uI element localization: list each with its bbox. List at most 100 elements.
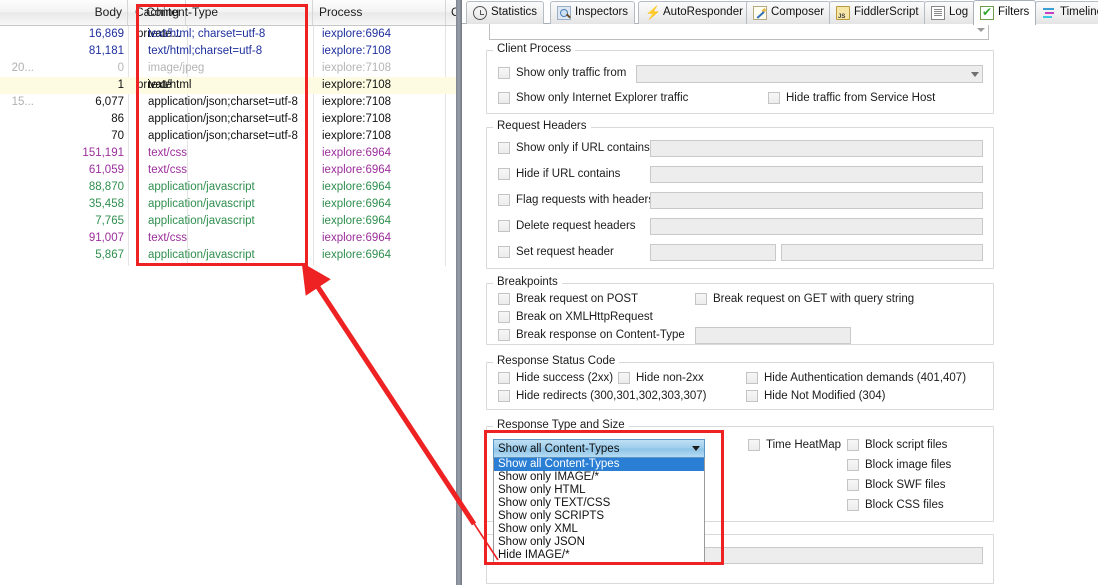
checkbox-box[interactable] bbox=[768, 92, 780, 104]
cell-body: 35,458 bbox=[38, 196, 128, 213]
checkbox-label: Hide success (2xx) bbox=[516, 372, 613, 384]
checkbox-box[interactable] bbox=[498, 168, 510, 180]
input-set-request-header-name[interactable] bbox=[650, 244, 776, 261]
checkbox-hide-auth-demands[interactable]: Hide Authentication demands (401,407) bbox=[746, 372, 966, 384]
session-list-pane[interactable]: Body Caching Content-Type Process C 16,8… bbox=[0, 0, 456, 585]
table-row[interactable]: 61,059text/cssiexplore:6964 bbox=[0, 162, 456, 179]
checkbox-box[interactable] bbox=[498, 194, 510, 206]
table-row[interactable]: 86application/json;charset=utf-8iexplore… bbox=[0, 111, 456, 128]
response-content-type-combo[interactable]: Show all Content-Types bbox=[493, 439, 705, 458]
checkbox-show-only-ie-traffic[interactable]: Show only Internet Explorer traffic bbox=[498, 92, 688, 104]
table-row[interactable]: 70application/json;charset=utf-8iexplore… bbox=[0, 128, 456, 145]
checkbox-box[interactable] bbox=[498, 372, 510, 384]
table-row[interactable]: 81,181text/html;charset=utf-8iexplore:71… bbox=[0, 43, 456, 60]
table-row[interactable]: 15...6,077application/json;charset=utf-8… bbox=[0, 94, 456, 111]
checkbox-break-response-on-content-type[interactable]: Break response on Content-Type bbox=[498, 329, 685, 341]
tab-timeline[interactable]: Timeline bbox=[1035, 1, 1098, 24]
column-header-comments[interactable]: C bbox=[446, 0, 456, 25]
checkbox-hide-success-2xx[interactable]: Hide success (2xx) bbox=[498, 372, 613, 384]
checkbox-break-request-on-get-query[interactable]: Break request on GET with query string bbox=[695, 293, 914, 305]
input-show-only-if-url-contains[interactable] bbox=[650, 140, 983, 157]
checkbox-box[interactable] bbox=[498, 142, 510, 154]
input-set-request-header-value[interactable] bbox=[781, 244, 983, 261]
checkbox-box[interactable] bbox=[498, 311, 510, 323]
table-row[interactable]: 1privatetext/htmliexplore:7108 bbox=[0, 77, 456, 94]
input-delete-request-headers[interactable] bbox=[650, 218, 983, 235]
dropdown-option[interactable]: Show all Content-Types bbox=[494, 458, 704, 471]
session-grid-rows[interactable]: 16,869private...text/html; charset=utf-8… bbox=[0, 26, 456, 264]
checkbox-box[interactable] bbox=[618, 372, 630, 384]
tab-autoresponder[interactable]: ⚡ AutoResponder bbox=[638, 1, 750, 24]
cell-content-type: application/javascript bbox=[144, 179, 312, 196]
checkbox-block-css-files[interactable]: Block CSS files bbox=[847, 499, 944, 511]
table-row[interactable]: 35,458application/javascriptiexplore:696… bbox=[0, 196, 456, 213]
checkbox-hide-service-host[interactable]: Hide traffic from Service Host bbox=[768, 92, 935, 104]
dropdown-option[interactable]: Show only TEXT/CSS bbox=[494, 497, 704, 510]
checkbox-block-swf-files[interactable]: Block SWF files bbox=[847, 479, 946, 491]
filter-mode-combo[interactable] bbox=[489, 24, 989, 40]
checkbox-hide-redirects[interactable]: Hide redirects (300,301,302,303,307) bbox=[498, 390, 707, 402]
table-row[interactable]: 5,867application/javascriptiexplore:6964 bbox=[0, 247, 456, 264]
checkbox-hide-if-url-contains[interactable]: Hide if URL contains bbox=[498, 168, 620, 180]
tab-filters[interactable]: Filters bbox=[973, 0, 1036, 25]
tab-statistics[interactable]: Statistics bbox=[466, 1, 544, 24]
checkbox-show-only-if-url-contains[interactable]: Show only if URL contains bbox=[498, 142, 650, 154]
table-row[interactable]: 7,765application/javascriptiexplore:6964 bbox=[0, 213, 456, 230]
checkbox-box[interactable] bbox=[498, 246, 510, 258]
checkbox-box[interactable] bbox=[746, 390, 758, 402]
cell-process: iexplore:7108 bbox=[318, 77, 428, 94]
dropdown-option[interactable]: Hide IMAGE/* bbox=[494, 549, 704, 562]
table-row[interactable]: 88,870application/javascriptiexplore:696… bbox=[0, 179, 456, 196]
cell-body: 151,191 bbox=[38, 145, 128, 162]
dropdown-option[interactable]: Show only SCRIPTS bbox=[494, 510, 704, 523]
cell-body: 91,007 bbox=[38, 230, 128, 247]
checkbox-box[interactable] bbox=[748, 439, 760, 451]
dropdown-option[interactable]: Show only IMAGE/* bbox=[494, 471, 704, 484]
cell-body: 7,765 bbox=[38, 213, 128, 230]
column-header-content-type[interactable]: Content-Type bbox=[141, 0, 313, 25]
dropdown-option[interactable]: Show only XML bbox=[494, 523, 704, 536]
checkbox-box[interactable] bbox=[847, 439, 859, 451]
checkbox-box[interactable] bbox=[498, 329, 510, 341]
checkbox-show-only-traffic-from[interactable]: Show only traffic from bbox=[498, 67, 626, 79]
checkbox-box[interactable] bbox=[498, 67, 510, 79]
checkbox-box[interactable] bbox=[498, 293, 510, 305]
checkbox-box[interactable] bbox=[695, 293, 707, 305]
dropdown-option[interactable]: Show only JSON bbox=[494, 536, 704, 549]
chevron-down-icon[interactable] bbox=[687, 440, 704, 457]
checkbox-box[interactable] bbox=[498, 220, 510, 232]
checkbox-break-request-on-post[interactable]: Break request on POST bbox=[498, 293, 638, 305]
tab-inspectors[interactable]: Inspectors bbox=[550, 1, 635, 24]
checkbox-box[interactable] bbox=[847, 459, 859, 471]
table-row[interactable]: 20...0image/jpegiexplore:7108 bbox=[0, 60, 456, 77]
table-row[interactable]: 91,007text/cssiexplore:6964 bbox=[0, 230, 456, 247]
group-request-headers-label: Request Headers bbox=[493, 120, 591, 132]
checkbox-box[interactable] bbox=[498, 92, 510, 104]
checkbox-box[interactable] bbox=[847, 499, 859, 511]
checkbox-set-request-header[interactable]: Set request header bbox=[498, 246, 614, 258]
tab-fiddlerscript[interactable]: FiddlerScript bbox=[829, 1, 926, 24]
checkbox-box[interactable] bbox=[498, 390, 510, 402]
traffic-from-combo[interactable] bbox=[636, 65, 983, 83]
checkbox-flag-requests-with-headers[interactable]: Flag requests with headers bbox=[498, 194, 654, 206]
checkbox-block-script-files[interactable]: Block script files bbox=[847, 439, 947, 451]
column-header-process[interactable]: Process bbox=[314, 0, 446, 25]
tab-composer[interactable]: Composer bbox=[746, 1, 831, 24]
input-break-response-content-type[interactable] bbox=[695, 327, 851, 344]
table-row[interactable]: 151,191text/cssiexplore:6964 bbox=[0, 145, 456, 162]
checkbox-box[interactable] bbox=[746, 372, 758, 384]
input-hide-if-url-contains[interactable] bbox=[650, 166, 983, 183]
checkbox-delete-request-headers[interactable]: Delete request headers bbox=[498, 220, 636, 232]
response-content-type-dropdown-list[interactable]: Show all Content-TypesShow only IMAGE/*S… bbox=[493, 458, 705, 563]
group-response-status-code: Response Status Code Hide success (2xx) … bbox=[486, 362, 994, 410]
input-flag-requests-with-headers[interactable] bbox=[650, 192, 983, 209]
tab-log[interactable]: Log bbox=[924, 1, 975, 24]
checkbox-box[interactable] bbox=[847, 479, 859, 491]
checkbox-time-heatmap[interactable]: Time HeatMap bbox=[748, 439, 841, 451]
checkbox-hide-non-2xx[interactable]: Hide non-2xx bbox=[618, 372, 704, 384]
checkbox-break-on-xhr[interactable]: Break on XMLHttpRequest bbox=[498, 311, 653, 323]
dropdown-option[interactable]: Show only HTML bbox=[494, 484, 704, 497]
checkbox-block-image-files[interactable]: Block image files bbox=[847, 459, 951, 471]
checkbox-hide-not-modified[interactable]: Hide Not Modified (304) bbox=[746, 390, 885, 402]
table-row[interactable]: 16,869private...text/html; charset=utf-8… bbox=[0, 26, 456, 43]
